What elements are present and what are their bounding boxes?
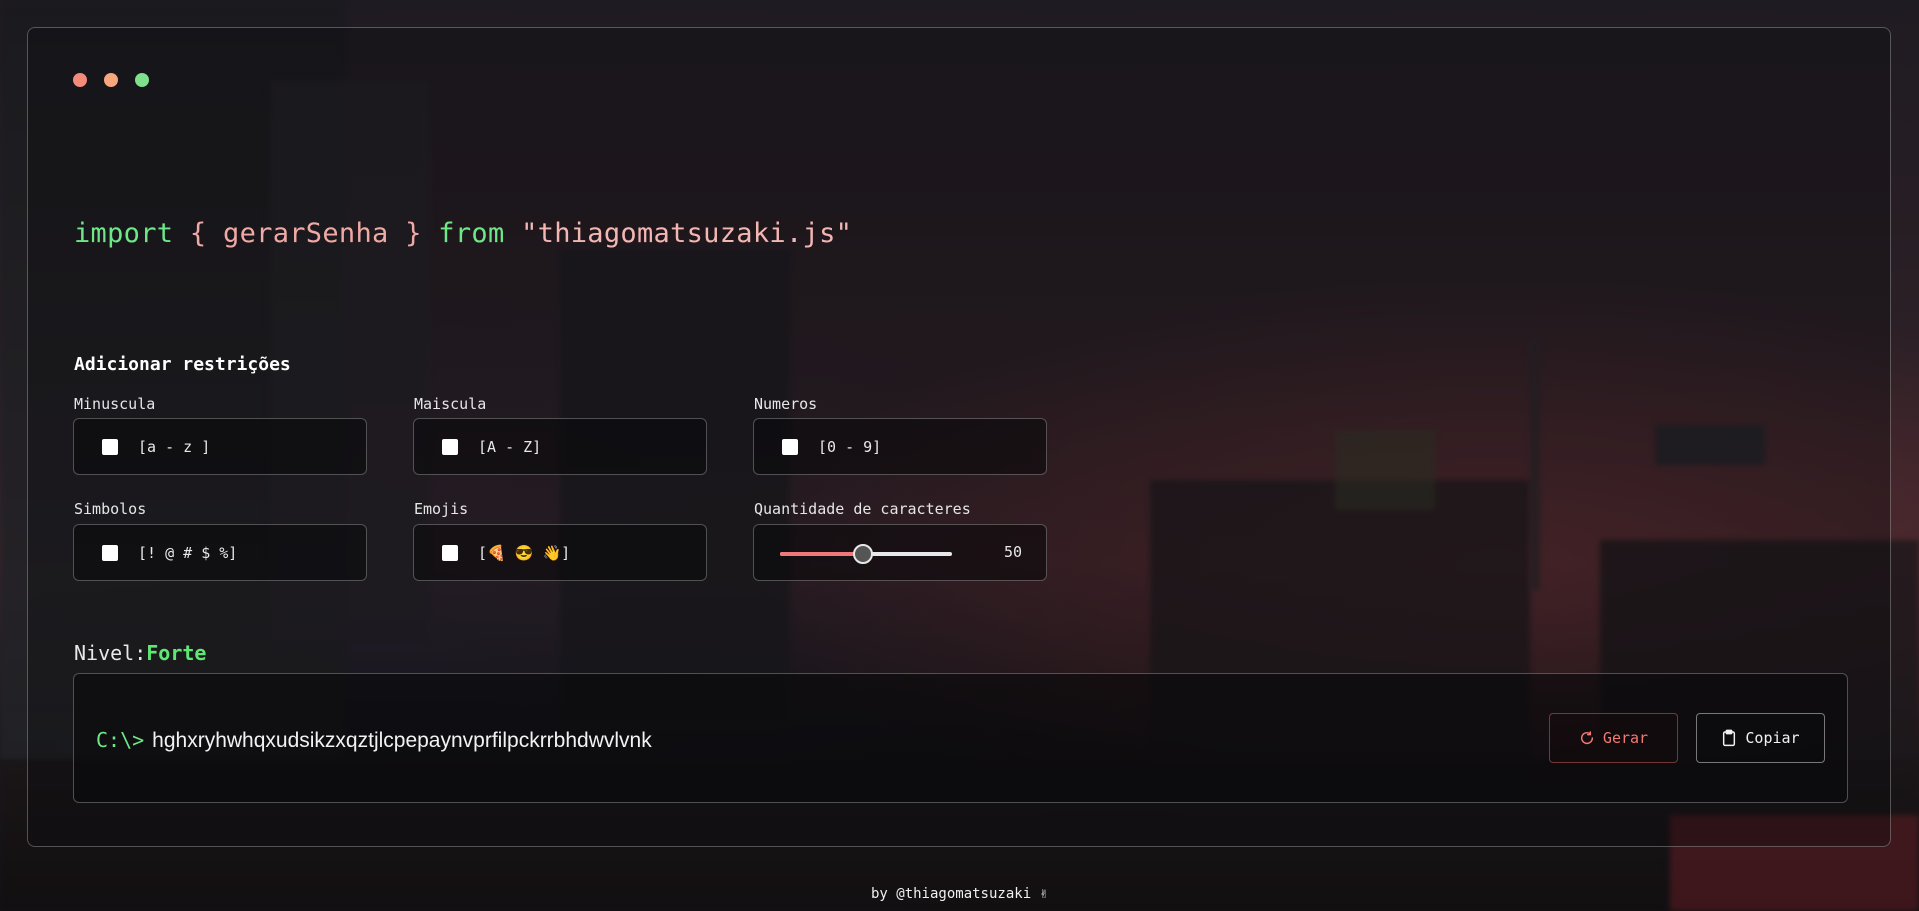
uppercase-option[interactable]: [A - Z] [413,418,707,475]
footer-credit: by @thiagomatsuzaki ✌ [870,886,1048,902]
code-function-name: gerarSenha [223,218,389,249]
code-brace-close: } [405,218,422,249]
emojis-range: [🍕 😎 👋] [478,543,571,562]
length-slider[interactable] [780,544,952,564]
length-slider-fill [780,552,863,556]
symbols-checkbox[interactable] [102,544,118,561]
copy-label: Copiar [1745,729,1800,747]
code-brace-open: { [189,218,207,249]
numbers-checkbox[interactable] [782,438,798,455]
strength-label: Nivel: [74,641,147,665]
password-output-panel: C:\> hghxryhwhqxudsikzxqztjlcpepaynvprfil… [73,673,1848,803]
length-label: Quantidade de caracteres [754,500,971,518]
uppercase-label: Maiscula [414,395,487,413]
length-slider-thumb[interactable] [852,544,873,564]
uppercase-checkbox[interactable] [442,438,458,455]
generate-label: Gerar [1602,729,1649,747]
window-controls [73,73,149,87]
refresh-icon [1580,731,1593,745]
strength-value: Forte [146,641,207,665]
password-output: C:\> hghxryhwhqxudsikzxqztjlcpepaynvprfil… [96,728,652,753]
lowercase-label: Minuscula [74,395,156,413]
emojis-option[interactable]: [🍕 😎 👋] [413,524,707,581]
prompt-symbol: C:\> [96,728,145,752]
clipboard-icon [1723,729,1736,747]
restrictions-title: Adicionar restrições [74,354,291,375]
code-module-string: "thiagomatsuzaki.js" [521,218,853,249]
app-window: import { gerarSenha } from "thiagomatsuz… [27,27,1891,847]
length-option: 50 [753,524,1047,581]
lowercase-option[interactable]: [a - z ] [73,418,367,475]
code-import-title: import { gerarSenha } from "thiagomatsuz… [74,218,852,249]
numbers-option[interactable]: [0 - 9] [753,418,1047,475]
numbers-range: [0 - 9] [818,437,882,456]
code-keyword-from: from [438,218,505,249]
length-value: 50 [1004,543,1023,561]
symbols-range: [! @ # $ %] [138,543,238,562]
copy-button[interactable]: Copiar [1696,713,1825,763]
maximize-dot[interactable] [135,73,149,87]
code-keyword-import: import [74,218,174,249]
generate-button[interactable]: Gerar [1549,713,1678,763]
numbers-label: Numeros [754,395,818,413]
lowercase-checkbox[interactable] [102,438,118,455]
strength-level: Nivel:Forte [74,641,206,665]
symbols-label: Simbolos [74,500,147,518]
generated-password[interactable]: hghxryhwhqxudsikzxqztjlcpepaynvprfilpckr… [152,729,652,752]
uppercase-range: [A - Z] [478,437,542,456]
minimize-dot[interactable] [104,73,118,87]
emojis-label: Emojis [414,500,469,518]
symbols-option[interactable]: [! @ # $ %] [73,524,367,581]
lowercase-range: [a - z ] [138,437,211,456]
close-dot[interactable] [73,73,87,87]
emojis-checkbox[interactable] [442,544,458,561]
